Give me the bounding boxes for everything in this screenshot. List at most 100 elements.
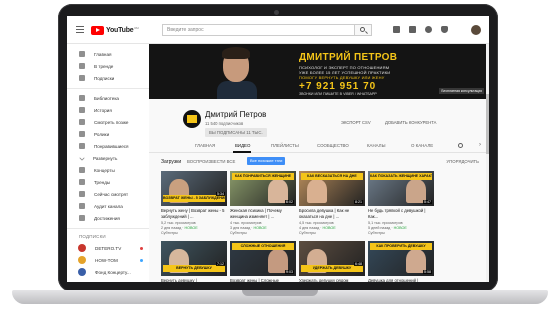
sidebar-item-label: Аудит канала (94, 203, 123, 209)
account-avatar[interactable] (471, 25, 481, 35)
video-card[interactable]: УДЕРЖАТЬ ДЕВУШКУ 6:48 Удержать девушку ряд… (299, 241, 365, 282)
banner-portrait (217, 46, 257, 99)
sidebar-item-label: Развернуть (93, 155, 118, 161)
sidebar-item-expand[interactable]: Развернуть (67, 152, 149, 164)
search-icon[interactable] (458, 143, 463, 148)
subscribed-button[interactable]: ВЫ ПОДПИСАНЫ 11 ТЫС. (205, 128, 267, 137)
sidebar: Главная В тренде Подписки Библиотека Ист… (67, 44, 149, 282)
sidebar-item-label: История (94, 107, 112, 113)
youtube-logo[interactable]: YouTube RU (91, 25, 139, 35)
video-card[interactable]: ВОЗВРАТ ЖЕНЫ - 5 ЗАБЛУЖДЕНИЙ 5:34 Вернуть … (161, 171, 227, 239)
export-csv-button[interactable]: ЭКСПОРТ CSV (341, 120, 371, 125)
sidebar-item-watch-later[interactable]: Смотреть позже (67, 116, 149, 128)
similar-tags-button[interactable]: Все похожие тэги (247, 157, 286, 165)
search-button[interactable] (354, 24, 372, 36)
channel-name: Дмитрий Петров (205, 110, 267, 119)
sidebar-item-history[interactable]: История (67, 104, 149, 116)
play-all-button[interactable]: ВОСПРОИЗВЕСТИ ВСЕ (187, 159, 235, 164)
tab-channels[interactable]: КАНАЛЫ (367, 143, 385, 148)
tab-community[interactable]: СООБЩЕСТВО (317, 143, 349, 148)
clock-icon (79, 119, 85, 125)
upload-age: 4 дня назад · (299, 225, 323, 230)
video-thumbnail[interactable]: КАК ПРОВЕРИТЬ ДЕВУШКУ 5:58 (368, 241, 434, 276)
scrollbar-thumb[interactable] (486, 94, 489, 154)
search-input[interactable]: Введите запрос (162, 24, 372, 36)
banner-link[interactable]: Бесплатная консультация (439, 88, 484, 94)
video-title[interactable]: Бросила девушка | Как не оказаться на дн… (299, 208, 365, 219)
subtitles-badge: Субтитры (230, 230, 247, 235)
notifications-icon[interactable] (441, 26, 448, 33)
menu-icon[interactable] (76, 26, 84, 33)
sidebar-item-achievements[interactable]: Достижения (67, 212, 149, 224)
channel-page: ДМИТРИЙ ПЕТРОВ ПСИХОЛОГ И ЭКСПЕРТ ПО ОТН… (149, 44, 489, 282)
sidebar-item-watching-now[interactable]: Сейчас смотрят (67, 188, 149, 200)
video-card[interactable]: СЛОЖНЫЕ ОТНОШЕНИЯ 9:03 Возврат жены | Слож… (230, 241, 296, 282)
scrollbar[interactable] (486, 44, 489, 282)
tab-about[interactable]: О КАНАЛЕ (411, 143, 433, 148)
tab-home[interactable]: ГЛАВНАЯ (195, 143, 215, 148)
upload-age: 3 дня назад · (230, 225, 254, 230)
messages-icon[interactable] (425, 26, 432, 33)
sidebar-item-home[interactable]: Главная (67, 48, 149, 60)
banner-name: ДМИТРИЙ ПЕТРОВ (299, 52, 398, 63)
sidebar-item-channel-audit[interactable]: Аудит канала (67, 200, 149, 212)
channel-tabs: ГЛАВНАЯ ВИДЕО ПЛЕЙЛИСТЫ СООБЩЕСТВО КАНАЛ… (149, 141, 489, 153)
thumbnail-caption: ВОЗВРАТ ЖЕНЫ - 5 ЗАБЛУЖДЕНИЙ (163, 195, 225, 202)
tab-playlists[interactable]: ПЛЕЙЛИСТЫ (271, 143, 299, 148)
video-thumbnail[interactable]: КАК ПОНРАВИТЬСЯ ЖЕНЩИНЕ 6:02 (230, 171, 296, 206)
video-thumbnail[interactable]: ВЕРНУТЬ ДЕВУШКУ 7:12 (161, 241, 227, 276)
video-card[interactable]: ВЕРНУТЬ ДЕВУШКУ 7:12 Вернуть девушку | (161, 241, 227, 282)
sidebar-item-trends[interactable]: Тренды (67, 176, 149, 188)
thumbnail-caption: СЛОЖНЫЕ ОТНОШЕНИЯ (232, 243, 294, 250)
video-thumbnail[interactable]: УДЕРЖАТЬ ДЕВУШКУ 6:48 (299, 241, 365, 276)
apps-icon[interactable] (409, 26, 416, 33)
video-card[interactable]: КАК ПОКАЗАТЬ ЖЕНЩИНЕ ХАРАКТЕР 5:47 Не будь… (368, 171, 434, 239)
subscription-label: Фонд Концерту... (95, 269, 131, 275)
video-thumbnail[interactable]: СЛОЖНЫЕ ОТНОШЕНИЯ 9:03 (230, 241, 296, 276)
subscription-item[interactable]: HOW-TOM (67, 254, 149, 266)
subscription-item[interactable]: Фонд Концерту... (67, 266, 149, 278)
video-title[interactable]: Удержать девушку рядом (299, 278, 365, 282)
history-icon (79, 107, 85, 113)
tab-videos[interactable]: ВИДЕО (235, 143, 250, 148)
video-title[interactable]: Вернуть девушку | (161, 278, 227, 282)
video-card[interactable]: КАК ПРОВЕРИТЬ ДЕВУШКУ 5:58 Девушка для отн… (368, 241, 434, 282)
video-card[interactable]: КАК ВЕСКАЗАТЬСЯ НА ДНЕ 8:21 Бросила девушк… (299, 171, 365, 239)
sidebar-item-label: Подписки (94, 75, 115, 81)
sidebar-item-liked[interactable]: Понравившиеся (67, 140, 149, 152)
video-title[interactable]: Возврат жены | Сложные (230, 278, 296, 282)
video-card[interactable]: КАК ПОНРАВИТЬСЯ ЖЕНЩИНЕ 6:02 Женская психи… (230, 171, 296, 239)
sidebar-item-label: Сейчас смотрят (94, 191, 129, 197)
sort-button[interactable]: УПОРЯДОЧИТЬ (446, 159, 479, 164)
channel-avatar (78, 244, 86, 252)
fire-icon (79, 63, 85, 69)
video-title[interactable]: Женская психика | Почему женщина изменяе… (230, 208, 296, 219)
video-title[interactable]: Вернуть жену | Возврат жены - 5 заблужде… (161, 208, 227, 219)
video-title[interactable]: Девушка для отношений | (368, 278, 434, 282)
play-logo-icon (91, 25, 104, 35)
create-video-icon[interactable] (393, 26, 400, 33)
video-thumbnail[interactable]: КАК ПОКАЗАТЬ ЖЕНЩИНЕ ХАРАКТЕР 5:47 (368, 171, 434, 206)
sidebar-item-subscriptions[interactable]: Подписки (67, 72, 149, 84)
chevron-right-icon[interactable]: › (479, 142, 481, 148)
channel-avatar[interactable] (183, 110, 201, 128)
add-competitor-button[interactable]: ДОБАВИТЬ КОНКУРЕНТА (385, 120, 436, 125)
camera-dot (274, 10, 279, 15)
video-duration: 9:03 (285, 270, 294, 274)
video-title[interactable]: Не будь тряпкой с девушкой | Как... (368, 208, 434, 219)
sidebar-item-label: Понравившиеся (94, 143, 129, 149)
sidebar-item-concerts[interactable]: Концерты (67, 164, 149, 176)
video-thumbnail[interactable]: КАК ВЕСКАЗАТЬСЯ НА ДНЕ 8:21 (299, 171, 365, 206)
subscriptions-heading: ПОДПИСКИ (79, 234, 106, 239)
thumbnail-caption: КАК ПРОВЕРИТЬ ДЕВУШКУ (370, 243, 432, 250)
sidebar-item-trending[interactable]: В тренде (67, 60, 149, 72)
subscription-item[interactable]: DETERO.TV (67, 242, 149, 254)
sidebar-item-clips[interactable]: Ролики (67, 128, 149, 140)
thumbnail-person (307, 179, 327, 203)
sidebar-item-library[interactable]: Библиотека (67, 92, 149, 104)
video-meta: 4,5 тыс. просмотров 4 дня назад · НОВОЕ Су… (299, 221, 365, 235)
browser-screen: YouTube RU Введите запрос Главная В трен… (67, 16, 489, 282)
thumbnail-caption: КАК ПОКАЗАТЬ ЖЕНЩИНЕ ХАРАКТЕР (370, 173, 432, 180)
video-duration: 6:48 (354, 262, 363, 266)
video-thumbnail[interactable]: ВОЗВРАТ ЖЕНЫ - 5 ЗАБЛУЖДЕНИЙ 5:34 (161, 171, 227, 206)
